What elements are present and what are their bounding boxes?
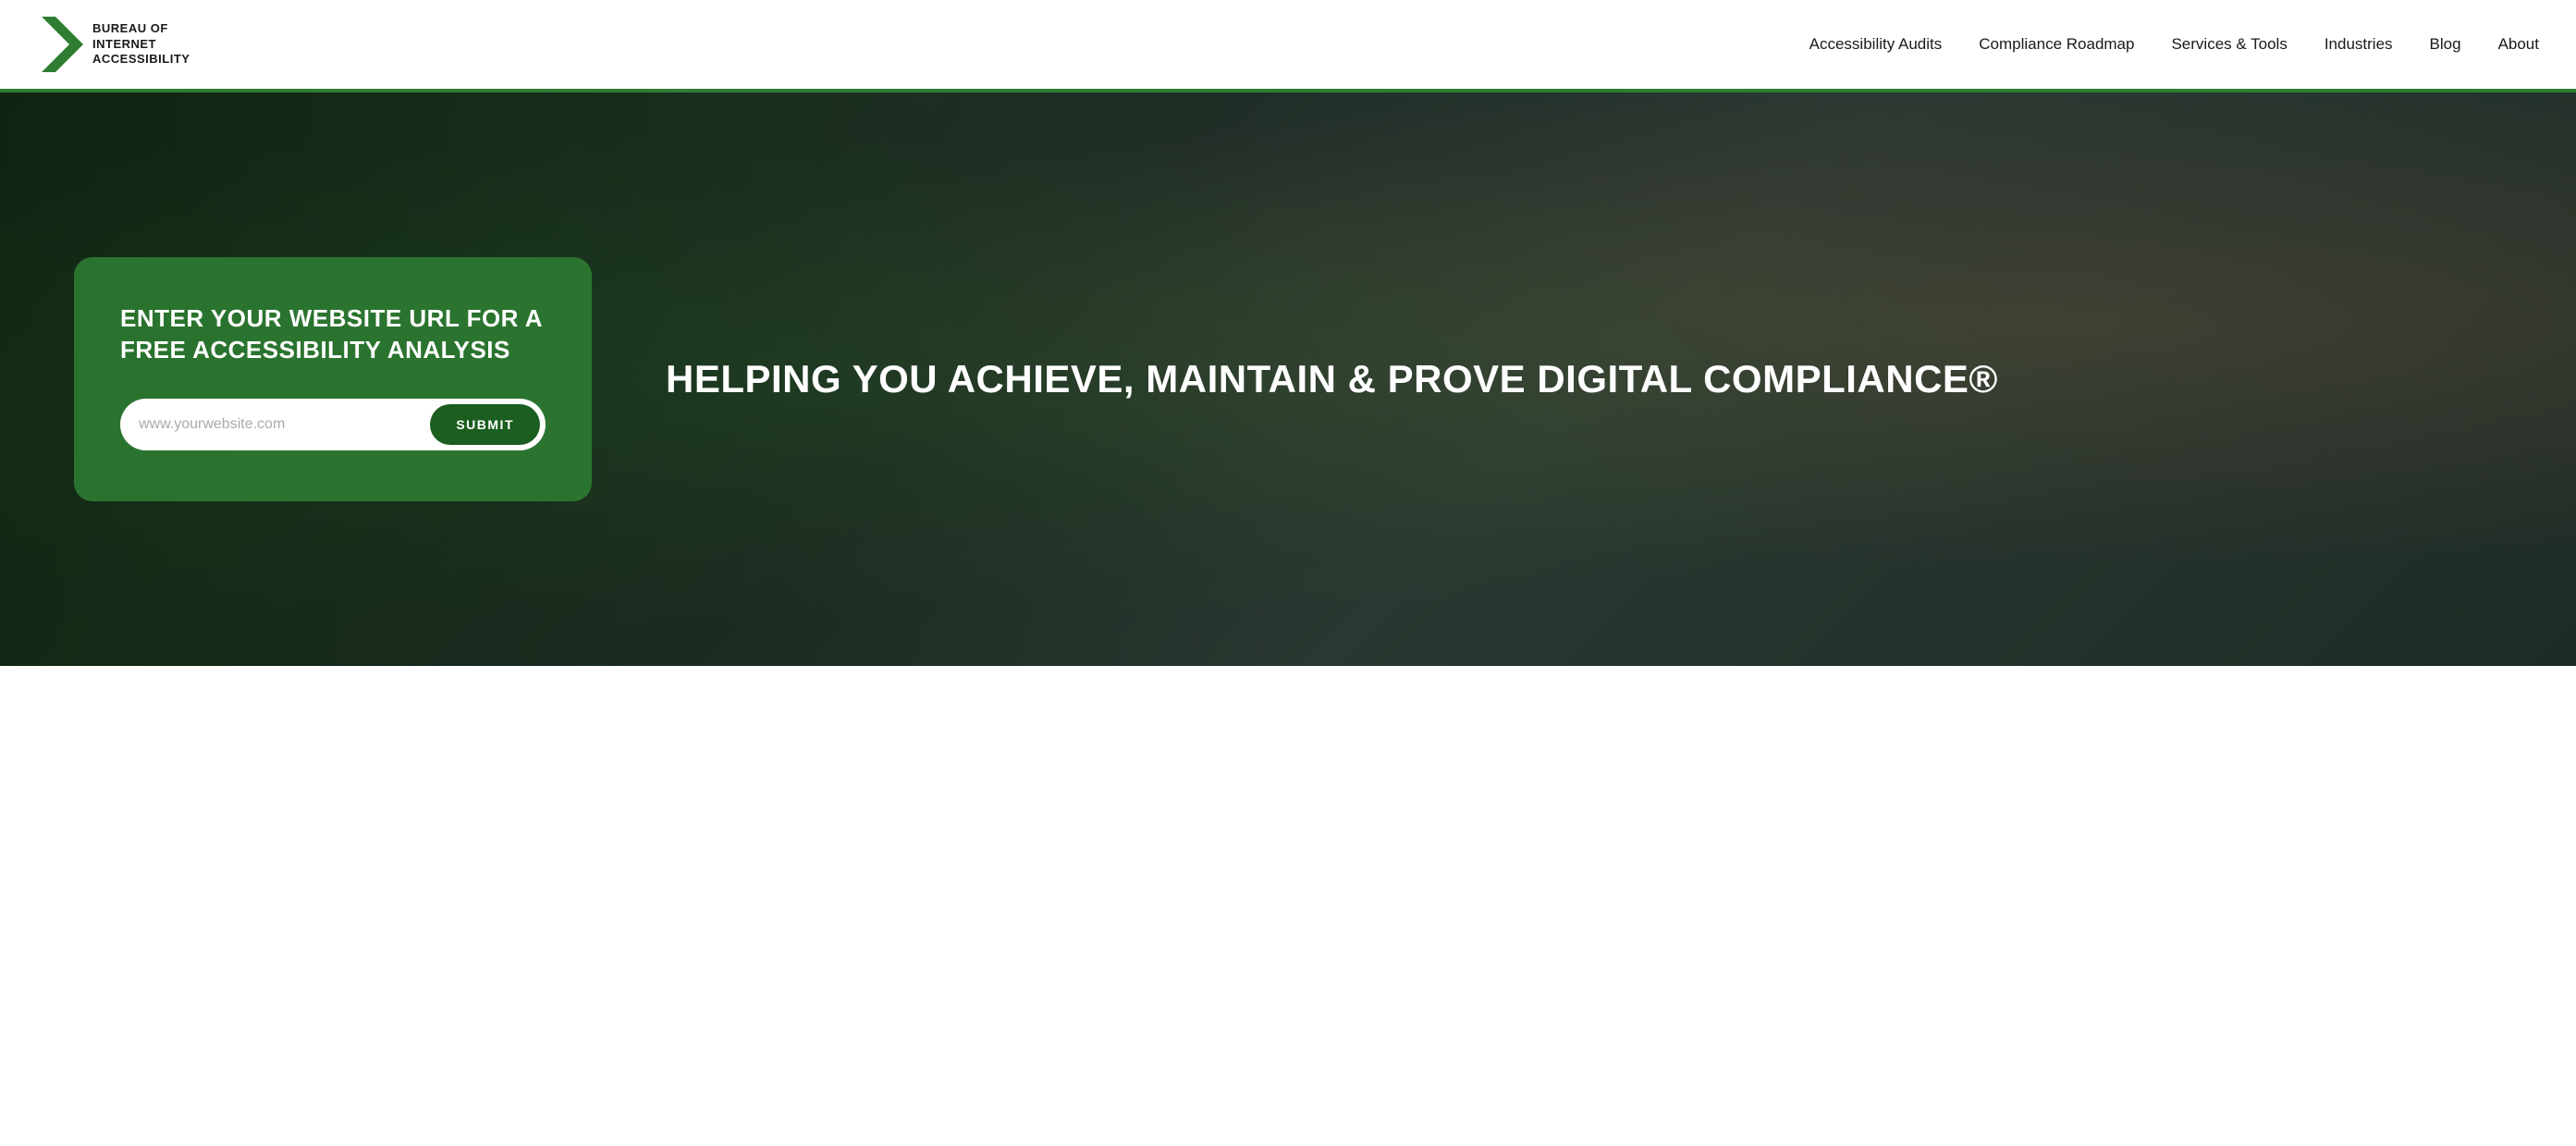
- nav-link-services-tools[interactable]: Services & Tools: [2171, 35, 2287, 54]
- url-input-row: SUBMIT: [120, 399, 546, 450]
- logo-text: BUREAU OFINTERNETACCESSIBILITY: [92, 21, 190, 68]
- submit-button[interactable]: SUBMIT: [430, 404, 540, 445]
- url-analysis-card: ENTER YOUR WEBSITE URL FOR A FREE ACCESS…: [74, 257, 592, 501]
- nav-link-industries[interactable]: Industries: [2325, 35, 2393, 54]
- hero-tagline-text: HELPING YOU ACHIEVE, MAINTAIN & PROVE DI…: [666, 355, 2502, 404]
- main-nav: Accessibility Audits Compliance Roadmap …: [1809, 35, 2539, 54]
- nav-link-about[interactable]: About: [2498, 35, 2539, 54]
- url-input[interactable]: [139, 407, 430, 442]
- nav-link-blog[interactable]: Blog: [2430, 35, 2461, 54]
- logo-icon: [37, 12, 83, 77]
- hero-tagline-area: HELPING YOU ACHIEVE, MAINTAIN & PROVE DI…: [666, 355, 2502, 404]
- logo-link[interactable]: BUREAU OFINTERNETACCESSIBILITY: [37, 12, 190, 77]
- site-header: BUREAU OFINTERNETACCESSIBILITY Accessibi…: [0, 0, 2576, 92]
- hero-content: ENTER YOUR WEBSITE URL FOR A FREE ACCESS…: [0, 92, 2576, 666]
- url-card-title: ENTER YOUR WEBSITE URL FOR A FREE ACCESS…: [120, 303, 546, 366]
- nav-link-compliance-roadmap[interactable]: Compliance Roadmap: [1979, 35, 2134, 54]
- nav-link-accessibility-audits[interactable]: Accessibility Audits: [1809, 35, 1943, 54]
- hero-section: ENTER YOUR WEBSITE URL FOR A FREE ACCESS…: [0, 92, 2576, 666]
